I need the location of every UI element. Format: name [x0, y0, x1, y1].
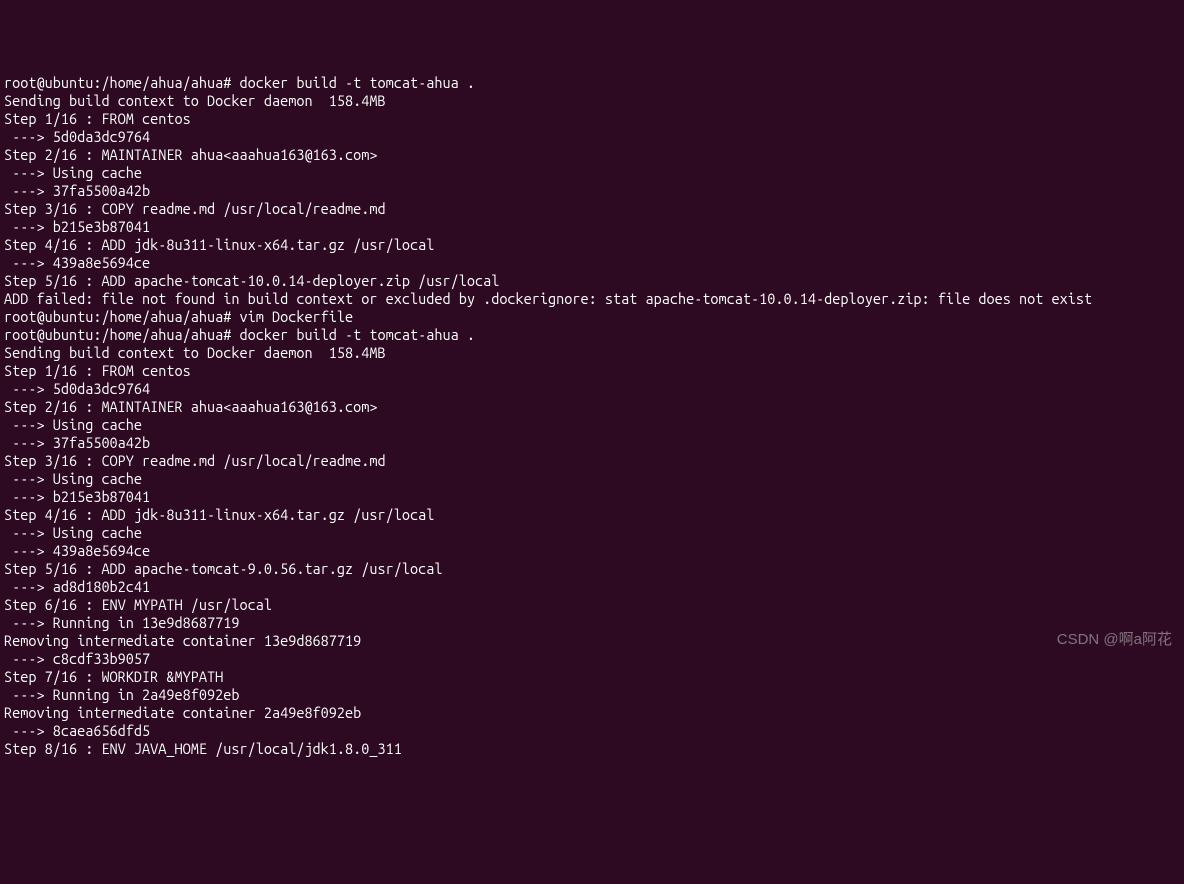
terminal-line: Removing intermediate container 13e9d868… — [4, 632, 1180, 650]
terminal-line: Step 1/16 : FROM centos — [4, 362, 1180, 380]
terminal-line: root@ubuntu:/home/ahua/ahua# vim Dockerf… — [4, 308, 1180, 326]
watermark-text: CSDN @啊a阿花 — [1057, 631, 1172, 649]
terminal-line: ---> 8caea656dfd5 — [4, 722, 1180, 740]
terminal-line: ---> 439a8e5694ce — [4, 254, 1180, 272]
terminal-line: ---> Running in 13e9d8687719 — [4, 614, 1180, 632]
terminal-line: Step 1/16 : FROM centos — [4, 110, 1180, 128]
terminal-line: ---> Using cache — [4, 416, 1180, 434]
terminal-line: ADD failed: file not found in build cont… — [4, 290, 1180, 308]
terminal-line: ---> Using cache — [4, 524, 1180, 542]
terminal-line: ---> Using cache — [4, 470, 1180, 488]
terminal-line: Removing intermediate container 2a49e8f0… — [4, 704, 1180, 722]
terminal-line: root@ubuntu:/home/ahua/ahua# docker buil… — [4, 326, 1180, 344]
terminal-line: root@ubuntu:/home/ahua/ahua# docker buil… — [4, 74, 1180, 92]
terminal-line: ---> 37fa5500a42b — [4, 434, 1180, 452]
terminal-line: Step 3/16 : COPY readme.md /usr/local/re… — [4, 200, 1180, 218]
terminal-line: Step 8/16 : ENV JAVA_HOME /usr/local/jdk… — [4, 740, 1180, 758]
terminal-output[interactable]: root@ubuntu:/home/ahua/ahua# docker buil… — [4, 74, 1180, 758]
terminal-line: ---> c8cdf33b9057 — [4, 650, 1180, 668]
terminal-line: Step 7/16 : WORKDIR &MYPATH — [4, 668, 1180, 686]
terminal-line: Step 5/16 : ADD apache-tomcat-10.0.14-de… — [4, 272, 1180, 290]
terminal-line: ---> 37fa5500a42b — [4, 182, 1180, 200]
terminal-line: Step 2/16 : MAINTAINER ahua<aaahua163@16… — [4, 146, 1180, 164]
terminal-line: Sending build context to Docker daemon 1… — [4, 92, 1180, 110]
terminal-line: Step 6/16 : ENV MYPATH /usr/local — [4, 596, 1180, 614]
terminal-line: Step 4/16 : ADD jdk-8u311-linux-x64.tar.… — [4, 506, 1180, 524]
terminal-line: ---> Using cache — [4, 164, 1180, 182]
terminal-line: Sending build context to Docker daemon 1… — [4, 344, 1180, 362]
terminal-line: Step 4/16 : ADD jdk-8u311-linux-x64.tar.… — [4, 236, 1180, 254]
terminal-line: ---> 439a8e5694ce — [4, 542, 1180, 560]
terminal-line: ---> 5d0da3dc9764 — [4, 128, 1180, 146]
terminal-line: Step 3/16 : COPY readme.md /usr/local/re… — [4, 452, 1180, 470]
terminal-line: Step 5/16 : ADD apache-tomcat-9.0.56.tar… — [4, 560, 1180, 578]
terminal-line: Step 2/16 : MAINTAINER ahua<aaahua163@16… — [4, 398, 1180, 416]
terminal-line: ---> b215e3b87041 — [4, 218, 1180, 236]
terminal-line: ---> 5d0da3dc9764 — [4, 380, 1180, 398]
terminal-line: ---> b215e3b87041 — [4, 488, 1180, 506]
terminal-line: ---> ad8d180b2c41 — [4, 578, 1180, 596]
terminal-line: ---> Running in 2a49e8f092eb — [4, 686, 1180, 704]
